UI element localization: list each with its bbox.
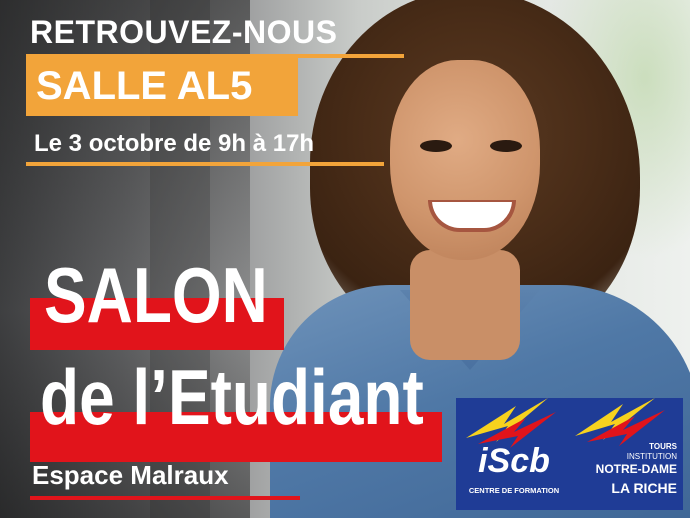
nd-name: NOTRE-DAME: [595, 462, 677, 476]
salle-text: SALLE AL5: [36, 64, 253, 108]
notre-dame-logo: TOURS INSTITUTION NOTRE-DAME LA RICHE: [567, 398, 683, 510]
venue-text: Espace Malraux: [32, 460, 229, 490]
poster-canvas: RETROUVEZ-NOUS SALLE AL5 Le 3 octobre de…: [0, 0, 690, 518]
neck: [410, 250, 520, 360]
nd-city: TOURS: [649, 442, 677, 451]
left-eye: [420, 140, 452, 152]
retrouvez-heading: RETROUVEZ-NOUS: [30, 14, 338, 50]
etudiant-title: de l’Etudiant: [40, 353, 424, 441]
nd-institution: INSTITUTION: [626, 452, 677, 461]
iscb-logo: iScb CENTRE DE FORMATION: [456, 398, 572, 510]
nd-name-2: LA RICHE: [611, 480, 677, 496]
iscb-subtitle: CENTRE DE FORMATION: [468, 486, 560, 495]
venue-underline: [30, 496, 300, 500]
date-underline: [26, 162, 384, 166]
iscb-name: iScb: [478, 442, 550, 480]
salon-title: SALON: [44, 251, 268, 339]
right-eye: [490, 140, 522, 152]
event-date: Le 3 octobre de 9h à 17h: [34, 130, 315, 157]
